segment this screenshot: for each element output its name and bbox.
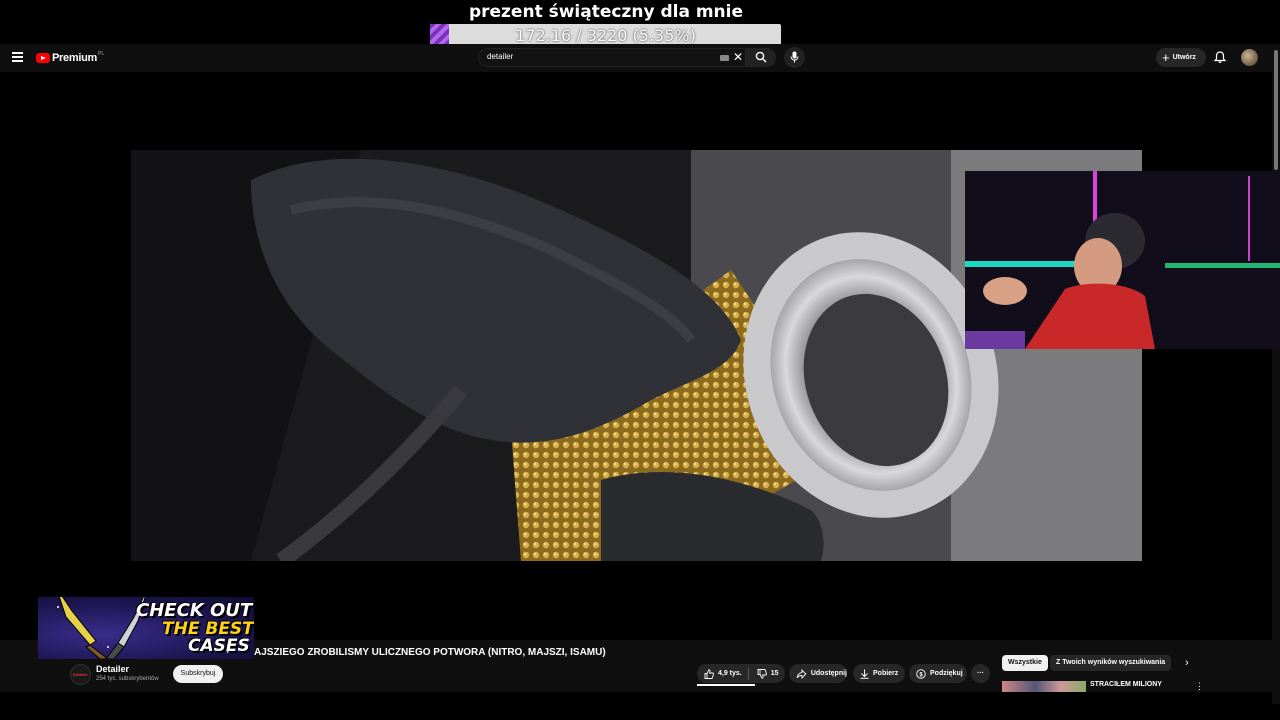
youtube-premium-logo[interactable]: Premium PL	[36, 51, 104, 65]
promo-banner[interactable]: CHECK OUT THE BEST CASES	[38, 597, 254, 659]
streamer-webcam	[965, 171, 1280, 349]
close-icon[interactable]: ✕	[733, 51, 743, 64]
promo-line-3: CASES	[188, 636, 250, 656]
chip-all[interactable]: Wszystkie	[1002, 655, 1048, 671]
voice-search-button[interactable]	[784, 47, 805, 68]
subscribe-button[interactable]: Subskrybuj	[173, 665, 223, 683]
logo-region: PL	[97, 51, 105, 57]
channel-subscribers: 254 tys. subskrybentów	[96, 676, 159, 682]
menu-icon[interactable]	[12, 52, 23, 62]
create-button[interactable]: + Utwórz	[1156, 48, 1206, 67]
share-label: Udostępnij	[810, 670, 847, 677]
thanks-button[interactable]: $ Podziękuj	[909, 664, 967, 683]
more-actions-button[interactable]: ···	[971, 664, 990, 683]
bell-icon[interactable]	[1214, 51, 1226, 64]
search-button[interactable]	[746, 48, 776, 67]
youtube-play-icon	[36, 53, 50, 63]
logo-text: Premium	[52, 52, 97, 64]
channel-name[interactable]: Detailer	[96, 664, 129, 674]
download-icon	[860, 669, 869, 679]
page-scrollbar[interactable]	[1272, 44, 1280, 704]
like-underline	[697, 684, 755, 686]
promo-line-1: CHECK OUT	[136, 600, 253, 621]
plus-icon: +	[1162, 50, 1170, 65]
video-title: AJSZIEGO ZROBILISMY ULICZNEGO POTWORA (N…	[254, 647, 606, 658]
like-count[interactable]: 4,9 tys.	[718, 670, 742, 677]
mic-icon	[790, 51, 799, 63]
like-divider	[747, 667, 749, 680]
dislike-count[interactable]: 15	[771, 670, 779, 677]
user-avatar[interactable]	[1241, 49, 1258, 66]
stream-goal-title: prezent świąteczny dla mnie	[468, 2, 744, 22]
thanks-icon: $	[916, 668, 926, 679]
download-label: Pobierz	[873, 670, 899, 677]
thumbs-down-icon[interactable]	[757, 668, 767, 679]
youtube-header: Premium PL detailer ✕ + Utwórz	[0, 44, 1272, 72]
channel-avatar[interactable]: Detailer	[70, 664, 91, 685]
recommended-video-title[interactable]: STRACIŁEM MILIONY	[1090, 681, 1162, 688]
keyboard-icon[interactable]	[720, 55, 729, 61]
search-input[interactable]: detailer ✕	[478, 48, 746, 67]
share-button[interactable]: Udostępnij	[789, 664, 847, 683]
more-vertical-icon[interactable]: ⋮	[1195, 681, 1204, 692]
thumbs-up-icon[interactable]	[704, 668, 714, 679]
chip-from-your-search[interactable]: Z Twoich wyników wyszukiwania	[1050, 655, 1172, 671]
chevron-right-icon[interactable]: ›	[1185, 657, 1189, 669]
search-input-value: detailer	[487, 52, 514, 61]
scrollbar-thumb[interactable]	[1274, 50, 1278, 170]
channel-avatar-text: Detailer	[73, 672, 88, 677]
download-button[interactable]: Pobierz	[853, 664, 905, 683]
search-icon	[755, 51, 767, 63]
thanks-label: Podziękuj	[930, 670, 963, 677]
more-horizontal-icon: ···	[977, 670, 984, 677]
create-label: Utwórz	[1172, 54, 1196, 61]
like-dislike-group: 4,9 tys. 15	[697, 664, 785, 683]
webcam-image	[965, 171, 1280, 349]
share-icon	[796, 668, 807, 679]
recommended-video-thumbnail[interactable]	[1002, 681, 1086, 692]
